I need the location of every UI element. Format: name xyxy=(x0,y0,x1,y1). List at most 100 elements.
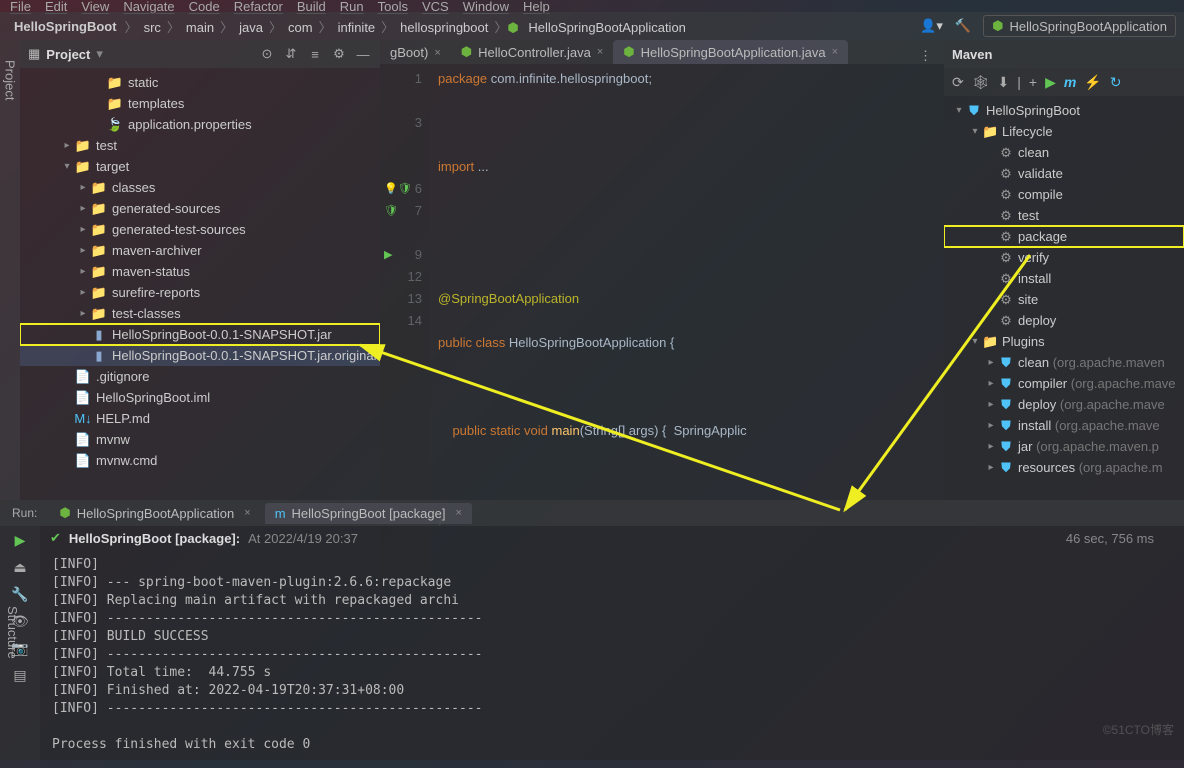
tree-item-HelloSpringBoot-0.0.1-SNAPSHOT.jar.original[interactable]: ▮HelloSpringBoot-0.0.1-SNAPSHOT.jar.orig… xyxy=(20,345,380,366)
spring-icon: ⬢ xyxy=(461,44,472,60)
download-icon[interactable]: ⬇ xyxy=(998,74,1010,91)
maven-tree[interactable]: ▾⛊HelloSpringBoot▾📁Lifecycle⚙clean⚙valid… xyxy=(944,96,1184,482)
plugin-resources[interactable]: ▸⛊resources (org.apache.m xyxy=(944,457,1184,478)
close-icon[interactable]: × xyxy=(455,507,461,519)
filter-icon[interactable]: ⏏ xyxy=(13,559,26,576)
tree-item-templates[interactable]: 📁templates xyxy=(20,93,380,114)
tree-item-target[interactable]: ▾📁target xyxy=(20,156,380,177)
tab-partial[interactable]: gBoot)× xyxy=(380,41,451,64)
breadcrumb[interactable]: HelloSpringBoot 〉src〉main〉java〉com〉infin… xyxy=(8,17,692,36)
skip-tests-icon[interactable]: ⚡ xyxy=(1084,74,1101,91)
run-duration: 46 sec, 756 ms xyxy=(1066,531,1154,546)
console-output[interactable]: [INFO] [INFO] --- spring-boot-maven-plug… xyxy=(40,550,1184,760)
breadcrumb-infinite[interactable]: infinite xyxy=(332,18,382,37)
breadcrumb-main[interactable]: main xyxy=(180,18,220,37)
lifecycle-verify[interactable]: ⚙verify xyxy=(944,247,1184,268)
tree-item-HelloSpringBoot.iml[interactable]: 📄HelloSpringBoot.iml xyxy=(20,387,380,408)
tree-item-maven-status[interactable]: ▸📁maven-status xyxy=(20,261,380,282)
close-icon[interactable]: × xyxy=(244,507,250,519)
target-icon[interactable]: ⊙ xyxy=(258,46,276,62)
maven-lifecycle[interactable]: ▾📁Lifecycle xyxy=(944,121,1184,142)
plugin-compiler[interactable]: ▸⛊compiler (org.apache.mave xyxy=(944,373,1184,394)
build-icon[interactable]: 🔨 xyxy=(955,18,971,34)
add-icon[interactable]: + xyxy=(1029,74,1037,90)
lifecycle-deploy[interactable]: ⚙deploy xyxy=(944,310,1184,331)
run-tab-HelloSpringBoot [package][interactable]: mHelloSpringBoot [package]× xyxy=(265,503,472,524)
generate-icon[interactable]: 🕸 xyxy=(972,74,990,91)
lifecycle-clean[interactable]: ⚙clean xyxy=(944,142,1184,163)
close-icon[interactable]: × xyxy=(832,46,838,58)
run-tabs[interactable]: Run: ⬢HelloSpringBootApplication×mHelloS… xyxy=(0,500,1184,526)
tree-item-.gitignore[interactable]: 📄.gitignore xyxy=(20,366,380,387)
tab-HelloController.java[interactable]: ⬢HelloController.java× xyxy=(451,40,614,64)
tab-HelloSpringBootApplication.java[interactable]: ⬢HelloSpringBootApplication.java× xyxy=(613,40,848,64)
tree-item-generated-sources[interactable]: ▸📁generated-sources xyxy=(20,198,380,219)
lifecycle-package[interactable]: ⚙package xyxy=(944,226,1184,247)
tree-item-classes[interactable]: ▸📁classes xyxy=(20,177,380,198)
breadcrumb-java[interactable]: java xyxy=(233,18,269,37)
maven-root[interactable]: ▾⛊HelloSpringBoot xyxy=(944,100,1184,121)
lifecycle-site[interactable]: ⚙site xyxy=(944,289,1184,310)
editor-tabs[interactable]: gBoot)× ⬢HelloController.java×⬢HelloSpri… xyxy=(380,40,944,64)
maven-header: Maven xyxy=(944,40,1184,68)
breadcrumb-src[interactable]: src xyxy=(138,18,167,37)
plugin-install[interactable]: ▸⛊install (org.apache.mave xyxy=(944,415,1184,436)
breadcrumb-hellospringboot[interactable]: hellospringboot xyxy=(394,18,494,37)
tree-item-maven-archiver[interactable]: ▸📁maven-archiver xyxy=(20,240,380,261)
breadcrumb-HelloSpringBootApplication[interactable]: HelloSpringBootApplication xyxy=(522,18,692,37)
maven-toolbar[interactable]: ⟳ 🕸 ⬇ | + ▶ m ⚡ ↻ xyxy=(944,68,1184,96)
rerun-icon[interactable]: ▶ xyxy=(15,532,26,549)
tree-item-surefire-reports[interactable]: ▸📁surefire-reports xyxy=(20,282,380,303)
main-menubar[interactable]: FileEditViewNavigateCodeRefactorBuildRun… xyxy=(0,0,1184,12)
tree-item-static[interactable]: 📁static xyxy=(20,72,380,93)
plugin-jar[interactable]: ▸⛊jar (org.apache.maven.p xyxy=(944,436,1184,457)
divider-icon[interactable]: ≡ xyxy=(306,47,324,62)
tree-item-HelloSpringBoot-0.0.1-SNAPSHOT.jar[interactable]: ▮HelloSpringBoot-0.0.1-SNAPSHOT.jar xyxy=(20,324,380,345)
maven-plugins[interactable]: ▾📁Plugins xyxy=(944,331,1184,352)
tree-item-test-classes[interactable]: ▸📁test-classes xyxy=(20,303,380,324)
project-tool-tab[interactable]: Project xyxy=(0,40,20,500)
close-icon[interactable]: × xyxy=(434,47,440,59)
plugin-clean[interactable]: ▸⛊clean (org.apache.maven xyxy=(944,352,1184,373)
dropdown-icon[interactable]: ▾ xyxy=(96,46,103,62)
run-tab-HelloSpringBootApplication[interactable]: ⬢HelloSpringBootApplication× xyxy=(49,502,260,524)
divider-icon: | xyxy=(1017,74,1021,90)
plugin-deploy[interactable]: ▸⛊deploy (org.apache.mave xyxy=(944,394,1184,415)
lifecycle-compile[interactable]: ⚙compile xyxy=(944,184,1184,205)
breadcrumb-bar: HelloSpringBoot 〉src〉main〉java〉com〉infin… xyxy=(0,12,1184,40)
m-icon[interactable]: m xyxy=(1064,74,1076,90)
lifecycle-test[interactable]: ⚙test xyxy=(944,205,1184,226)
tree-item-test[interactable]: ▸📁test xyxy=(20,135,380,156)
project-panel: ▦ Project ▾ ⊙ ⇵ ≡ ⚙ — 📁static📁templates🍃… xyxy=(20,40,380,500)
project-tree[interactable]: 📁static📁templates🍃application.properties… xyxy=(20,68,380,475)
tree-item-application.properties[interactable]: 🍃application.properties xyxy=(20,114,380,135)
refresh-icon[interactable]: ⟳ xyxy=(952,74,964,91)
spring-icon: ⬢ xyxy=(507,20,518,35)
layers-icon[interactable]: ▤ xyxy=(13,667,26,684)
tree-item-mvnw[interactable]: 📄mvnw xyxy=(20,429,380,450)
run-label: Run: xyxy=(4,506,45,520)
lifecycle-install[interactable]: ⚙install xyxy=(944,268,1184,289)
breadcrumb-com[interactable]: com xyxy=(282,18,319,37)
tree-item-HELP.md[interactable]: M↓HELP.md xyxy=(20,408,380,429)
spring-icon: ⬢ xyxy=(623,44,634,60)
sync-icon[interactable]: ↻ xyxy=(1110,74,1122,91)
watermark: ©51CTO博客 xyxy=(1103,721,1174,738)
more-tabs-icon[interactable]: ⋮ xyxy=(919,48,932,64)
run-config-selector[interactable]: ⬢ HelloSpringBootApplication xyxy=(983,15,1176,37)
project-icon: ▦ xyxy=(28,46,40,62)
lifecycle-validate[interactable]: ⚙validate xyxy=(944,163,1184,184)
run-status-title: HelloSpringBoot [package]: xyxy=(69,531,240,546)
close-icon[interactable]: × xyxy=(597,46,603,58)
expand-icon[interactable]: ⇵ xyxy=(282,46,300,62)
gear-icon[interactable]: ⚙ xyxy=(330,46,348,62)
breadcrumb-root[interactable]: HelloSpringBoot xyxy=(8,17,123,36)
hide-icon[interactable]: — xyxy=(354,47,372,62)
run-config-label: HelloSpringBootApplication xyxy=(1009,19,1167,34)
structure-tab[interactable]: Structure xyxy=(5,606,20,659)
run-icon[interactable]: ▶ xyxy=(1045,74,1056,91)
tree-item-generated-test-sources[interactable]: ▸📁generated-test-sources xyxy=(20,219,380,240)
tree-item-mvnw.cmd[interactable]: 📄mvnw.cmd xyxy=(20,450,380,471)
check-icon: ✔ xyxy=(50,530,61,546)
user-icon[interactable]: 👤▾ xyxy=(920,18,943,34)
